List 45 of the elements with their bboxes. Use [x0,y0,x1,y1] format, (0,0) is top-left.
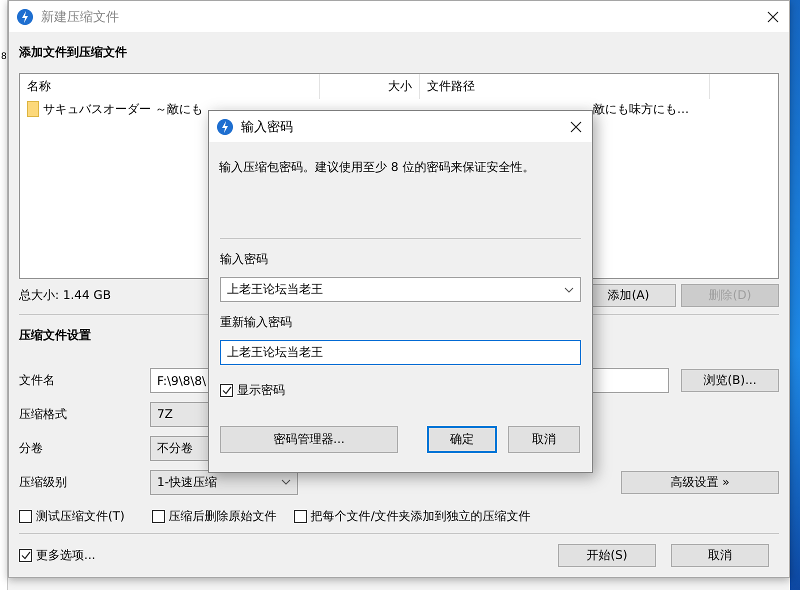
checkbox[interactable] [19,510,32,522]
column-header[interactable]: 名称 [20,74,320,99]
advanced-button[interactable]: 高级设置 » [621,470,779,494]
folder-icon [27,101,39,117]
checkbox[interactable] [294,510,307,522]
close-icon[interactable] [570,120,582,132]
checkbox-label[interactable]: 压缩后删除原始文件 [168,508,277,524]
checkbox-label[interactable]: 更多选项... [36,546,96,564]
password-manager-button[interactable]: 密码管理器... [220,426,398,452]
ok-button[interactable]: 确定 [427,426,497,452]
window-title: 新建压缩文件 [41,8,120,26]
dialog-description: 输入压缩包密码。建议使用至少 8 位的密码来保证安全性。 [219,159,536,176]
field-label: 文件名 [19,372,56,389]
field-label: 压缩级别 [19,474,68,490]
app-icon [17,8,33,24]
column-header[interactable]: 大小 [320,74,420,99]
total-size: 总大小: 1.44 GB [19,286,111,304]
checkbox[interactable] [19,548,32,562]
chevron-icon [564,286,574,292]
section-heading: 添加文件到压缩文件 [19,44,128,61]
checkbox-label[interactable]: 测试压缩文件(T) [36,508,125,524]
chevron-icon [281,479,291,485]
section-heading: 压缩文件设置 [19,327,92,344]
cancel-button[interactable]: 取消 [671,544,769,566]
field-label: 压缩格式 [19,406,68,422]
column-header[interactable]: 文件路径 [420,74,710,99]
background-text: 8 [1,52,7,62]
checkbox[interactable] [220,384,233,396]
checkbox-label[interactable]: 把每个文件/文件夹添加到独立的压缩文件 [310,508,531,524]
start-button[interactable]: 开始(S) [558,544,656,566]
checkbox-label[interactable]: 显示密码 [237,382,285,398]
close-icon[interactable] [767,10,779,22]
dialog-title: 输入密码 [241,118,294,136]
file-name[interactable]: サキュバスオーダー ～敵にも [20,100,420,118]
cancel-button[interactable]: 取消 [508,426,580,452]
confirm-password-field[interactable]: 上老王论坛当老王 [220,340,581,365]
field-label: 输入密码 [220,251,269,268]
level-select[interactable]: 1-快速压缩 [150,470,298,494]
app-icon [217,118,233,134]
password-combo[interactable]: 上老王论坛当老王 [220,277,581,302]
field-label: 分卷 [19,440,44,456]
field-label: 重新输入密码 [220,314,293,331]
browse-button[interactable]: 浏览(B)... [681,369,779,392]
checkbox[interactable] [152,510,165,522]
file-path: 敵にも味方にも… [592,100,690,118]
